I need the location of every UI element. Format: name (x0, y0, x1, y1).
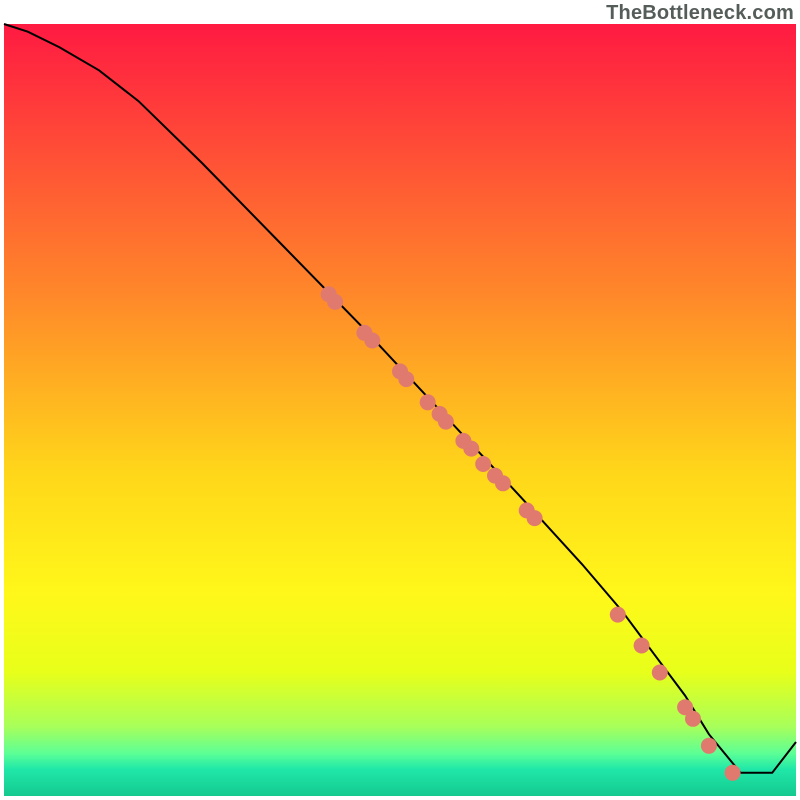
plot-background (4, 24, 796, 796)
benchmark-point (327, 294, 343, 310)
benchmark-point (463, 441, 479, 457)
benchmark-point (438, 414, 454, 430)
chart-container: TheBottleneck.com (0, 0, 800, 800)
benchmark-point (610, 607, 626, 623)
benchmark-point (725, 765, 741, 781)
benchmark-point (398, 371, 414, 387)
benchmark-point (634, 638, 650, 654)
benchmark-point (475, 456, 491, 472)
benchmark-point (701, 738, 717, 754)
benchmark-point (527, 510, 543, 526)
benchmark-point (652, 665, 668, 681)
benchmark-point (685, 711, 701, 727)
benchmark-point (364, 333, 380, 349)
benchmark-point (420, 394, 436, 410)
bottleneck-chart (0, 0, 800, 800)
benchmark-point (495, 475, 511, 491)
